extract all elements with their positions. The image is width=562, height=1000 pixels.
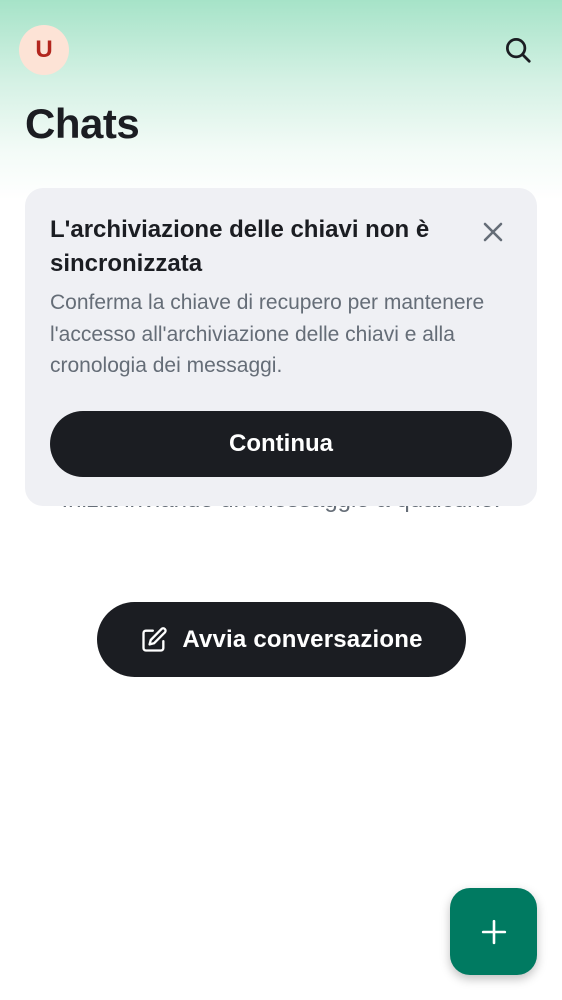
search-button[interactable] bbox=[496, 28, 540, 72]
user-avatar[interactable]: U bbox=[19, 25, 69, 75]
key-storage-banner: L'archiviazione delle chiavi non è sincr… bbox=[25, 188, 537, 506]
top-bar: U bbox=[0, 0, 562, 100]
page-title: Chats bbox=[25, 100, 140, 147]
banner-title: L'archiviazione delle chiavi non è sincr… bbox=[50, 216, 430, 277]
banner-description: Conferma la chiave di recupero per mante… bbox=[50, 291, 485, 377]
start-conversation-label: Avvia conversazione bbox=[182, 625, 423, 653]
search-icon bbox=[506, 38, 531, 63]
compose-icon bbox=[140, 626, 168, 654]
banner-close-button[interactable] bbox=[475, 214, 511, 250]
start-conversation-button[interactable]: Avvia conversazione bbox=[97, 602, 466, 677]
continue-button[interactable]: Continua bbox=[50, 411, 512, 477]
new-chat-fab[interactable] bbox=[450, 888, 537, 975]
plus-icon bbox=[481, 919, 506, 944]
chats-screen: U Chats Inizia inviando un messaggio a q… bbox=[0, 0, 562, 1000]
close-icon bbox=[483, 222, 503, 242]
